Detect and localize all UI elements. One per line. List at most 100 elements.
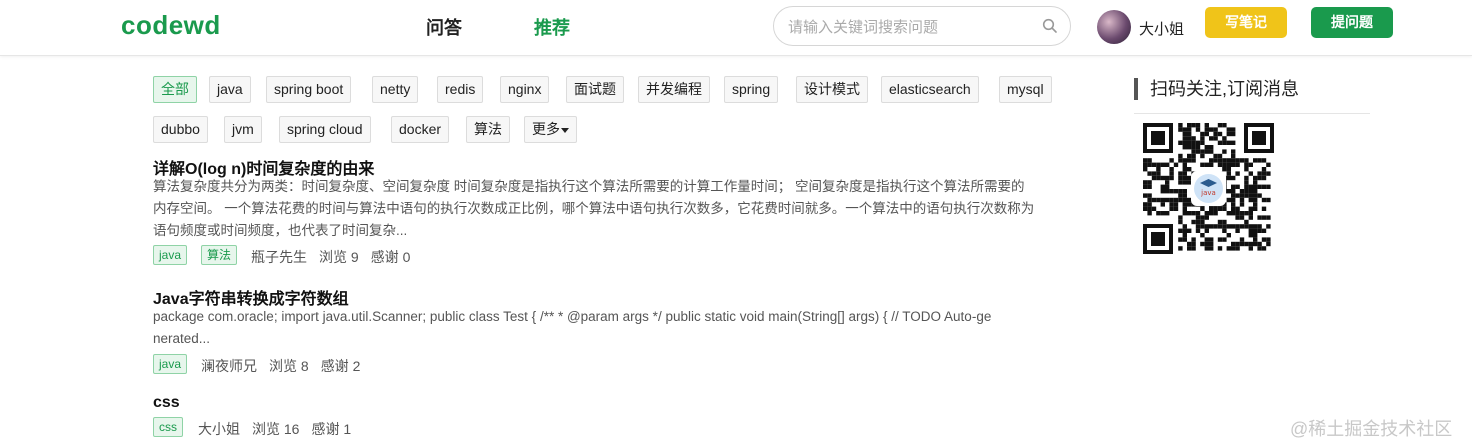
qr-module (1200, 224, 1205, 229)
qr-module (1178, 127, 1183, 132)
article-tag[interactable]: java (153, 245, 188, 265)
site-logo[interactable]: codewd (121, 10, 221, 41)
qr-module (1217, 162, 1223, 167)
tag-nginx[interactable]: nginx (500, 76, 550, 103)
qr-module (1195, 211, 1201, 216)
qr-module (1213, 131, 1218, 137)
qr-module (1187, 158, 1192, 163)
article-thanks: 感谢 0 (370, 249, 411, 265)
qr-module (1182, 211, 1187, 216)
qr-module (1231, 131, 1236, 137)
write-note-button[interactable]: 写笔记 (1205, 7, 1287, 38)
qr-module (1261, 197, 1267, 203)
article-title[interactable]: css (153, 394, 180, 412)
user-avatar[interactable] (1097, 10, 1131, 44)
search-input[interactable] (788, 16, 1038, 38)
qr-module (1244, 167, 1249, 172)
qr-module (1266, 184, 1271, 189)
qr-module (1235, 228, 1240, 233)
qr-module (1244, 184, 1249, 189)
qr-module (1226, 224, 1231, 229)
qr-module (1253, 237, 1258, 242)
qr-module (1222, 162, 1227, 167)
qr-module (1222, 140, 1227, 145)
summary-line: 算法复杂度共分为两类：时间复杂度、空间复杂度 时间复杂度是指执行这个算法所需要的… (153, 179, 1025, 194)
qr-module (1143, 202, 1148, 207)
qr-module (1235, 224, 1240, 229)
tag-all[interactable]: 全部 (153, 76, 197, 103)
qr-module (1147, 197, 1152, 203)
qr-module (1239, 202, 1245, 207)
qr-module (1173, 202, 1179, 207)
qr-module (1253, 202, 1258, 207)
search-icon[interactable] (1042, 18, 1058, 34)
qr-module (1231, 175, 1236, 181)
tag-jvm[interactable]: jvm (224, 116, 262, 143)
nav-recommend[interactable]: 推荐 (534, 14, 570, 40)
nav-qa[interactable]: 问答 (426, 14, 462, 40)
article-author[interactable]: 大小姐 (198, 421, 240, 437)
qr-module (1209, 241, 1214, 247)
qr-module (1182, 162, 1187, 167)
qr-module (1222, 224, 1227, 229)
tag-netty[interactable]: netty (372, 76, 419, 103)
article-author[interactable]: 澜夜师兄 (201, 358, 257, 374)
top-header: codewd 问答 推荐 大小姐 写笔记 提问题 (0, 0, 1472, 56)
user-name[interactable]: 大小姐 (1139, 18, 1184, 39)
article-tag[interactable]: css (153, 417, 183, 437)
tag-more[interactable]: 更多 (524, 116, 577, 143)
qr-module (1195, 228, 1201, 233)
qr-module (1266, 171, 1271, 176)
article-tag[interactable]: 算法 (201, 245, 238, 265)
qr-module (1235, 206, 1240, 211)
qr-module (1222, 219, 1227, 225)
tag-interview[interactable]: 面试题 (566, 76, 624, 103)
qr-module (1222, 206, 1227, 211)
tag-spring[interactable]: spring (724, 76, 779, 103)
qr-module (1147, 158, 1152, 163)
tag-spring-cloud[interactable]: spring cloud (279, 116, 371, 143)
qr-module (1195, 123, 1201, 128)
qr-module (1209, 149, 1214, 154)
summary-line: 语句频度或时间频度，也代表了时间复杂... (153, 223, 408, 238)
article-author[interactable]: 瓶子先生 (251, 249, 307, 265)
article-tag[interactable]: java (153, 354, 188, 374)
qr-module (1213, 211, 1218, 216)
tag-dubbo[interactable]: dubbo (153, 116, 208, 143)
qr-module (1253, 228, 1258, 233)
tag-java[interactable]: java (209, 76, 251, 103)
qr-module (1222, 237, 1227, 242)
qr-module (1204, 127, 1209, 132)
tag-docker[interactable]: docker (391, 116, 450, 143)
qr-module (1239, 211, 1245, 216)
article-meta: 澜夜师兄 浏览 8 感谢 2 (201, 356, 372, 376)
qr-module (1217, 123, 1223, 128)
qr-module (1187, 136, 1192, 141)
tag-redis[interactable]: redis (437, 76, 484, 103)
qr-module (1231, 224, 1236, 229)
tag-concurrency[interactable]: 并发编程 (638, 76, 710, 103)
ask-question-button[interactable]: 提问题 (1311, 7, 1393, 38)
qr-module (1151, 197, 1157, 203)
qr-module (1143, 180, 1148, 185)
tag-more-label: 更多 (532, 121, 560, 137)
qr-module (1253, 180, 1258, 185)
qr-module (1257, 175, 1262, 181)
qr-module (1217, 153, 1223, 159)
qr-module (1182, 233, 1187, 238)
qr-module (1182, 127, 1187, 132)
qr-module (1261, 175, 1267, 181)
qr-module (1239, 241, 1245, 247)
qr-module (1200, 140, 1205, 145)
tag-algorithm[interactable]: 算法 (466, 116, 510, 143)
tag-design-patterns[interactable]: 设计模式 (796, 76, 868, 103)
tag-spring-boot[interactable]: spring boot (266, 76, 352, 103)
qr-module (1178, 193, 1183, 198)
qr-module (1160, 189, 1165, 194)
tag-mysql[interactable]: mysql (999, 76, 1052, 103)
qr-module (1231, 211, 1236, 216)
qr-module (1156, 211, 1161, 216)
article-thanks: 感谢 1 (311, 421, 352, 437)
tag-elasticsearch[interactable]: elasticsearch (881, 76, 979, 103)
chevron-down-icon (561, 127, 569, 133)
